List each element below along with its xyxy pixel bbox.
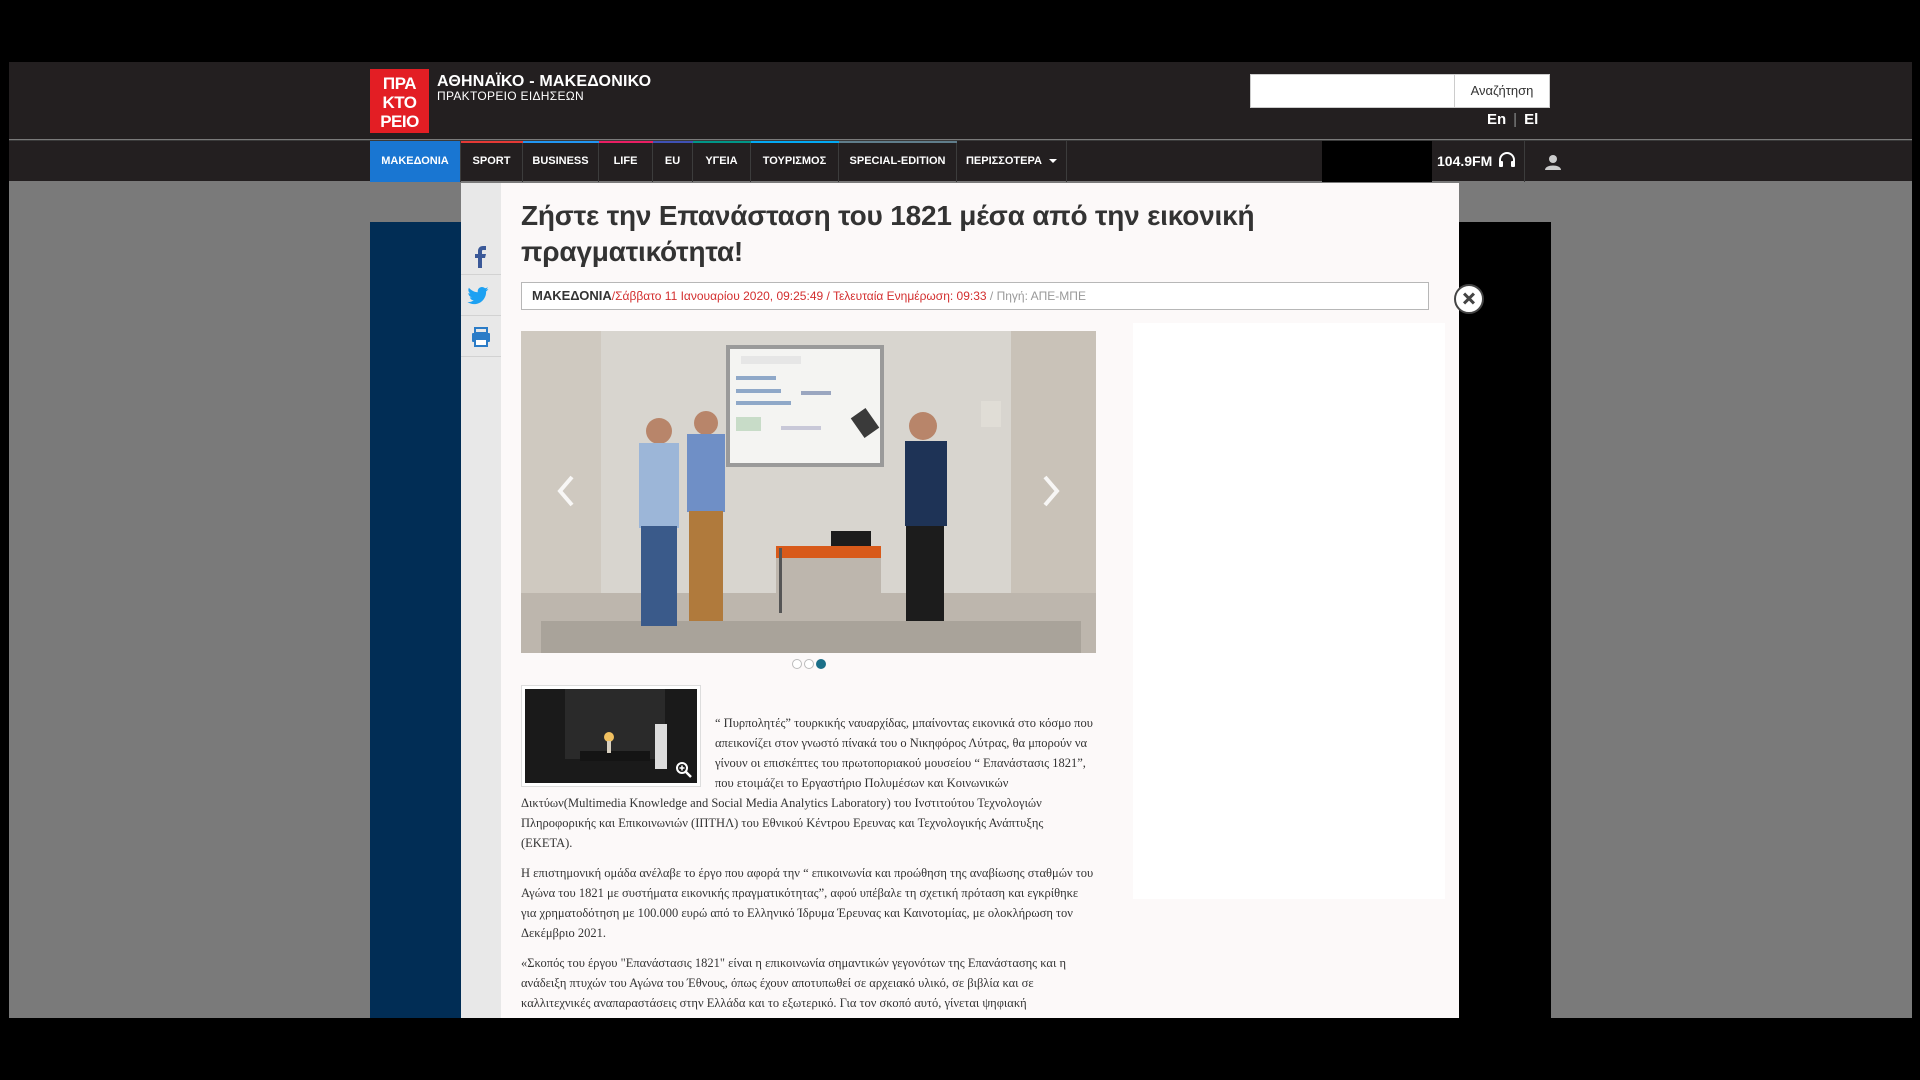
- main-nav: ΜΑΚΕΔΟΝΙΑ SPORT BUSINESS LIFE EU ΥΓΕΙΑ Τ…: [9, 140, 1912, 182]
- share-facebook-button[interactable]: [461, 234, 501, 275]
- nav-item-special-edition[interactable]: SPECIAL-EDITION: [839, 141, 957, 182]
- site-logo[interactable]: ΠΡΑ ΚΤΟ ΡΕΙΟ: [370, 69, 429, 133]
- nav-ad-slot: [1322, 141, 1432, 182]
- float-spacer: [521, 713, 715, 777]
- lang-el-link[interactable]: El: [1524, 111, 1538, 128]
- headphones-icon: [1499, 152, 1516, 167]
- share-sidebar: [461, 183, 501, 1018]
- slider-dot-active[interactable]: [815, 659, 826, 669]
- search-button[interactable]: Αναζήτηση: [1454, 74, 1550, 108]
- twitter-icon: [467, 286, 489, 305]
- nav-item-ygeia[interactable]: ΥΓΕΙΑ: [693, 141, 751, 182]
- slider-dots: [521, 659, 1096, 669]
- radio-label: 104.9FM: [1437, 153, 1493, 169]
- nav-item-business[interactable]: BUSINESS: [523, 141, 599, 182]
- print-button[interactable]: [461, 316, 501, 357]
- nav-item-perissotera[interactable]: ΠΕΡΙΣΣΟΤΕΡΑ: [957, 141, 1067, 182]
- article-date: /Σάββατο 11 Ιανουαρίου 2020, 09:25:49 / …: [611, 289, 987, 303]
- nav-color-bar: [693, 141, 751, 143]
- site-header: ΠΡΑ ΚΤΟ ΡΕΙΟ ΑΘΗΝΑΪΚΟ - ΜΑΚΕΔΟΝΙΚΟ ΠΡΑΚΤ…: [9, 62, 1912, 139]
- nav-item-label: ΥΓΕΙΑ: [705, 155, 738, 167]
- nav-item-label: SPORT: [472, 155, 511, 167]
- article-body: “ Πυρπολητές” τουρκικής ναυαρχίδας, μπαί…: [521, 713, 1095, 1018]
- article-meta: ΜΑΚΕΔΟΝΙΑ/Σάββατο 11 Ιανουαρίου 2020, 09…: [521, 282, 1429, 310]
- user-account-button[interactable]: [1524, 141, 1579, 182]
- nav-item-label: ΤΟΥΡΙΣΜΟΣ: [762, 155, 827, 167]
- caret-down-icon: [1049, 159, 1057, 164]
- nav-item-label: ΠΕΡΙΣΣΟΤΕΡΑ: [965, 155, 1042, 167]
- logo-line-1: ΠΡΑ: [382, 74, 417, 93]
- share-twitter-button[interactable]: [461, 275, 501, 316]
- language-switcher: En | El: [1487, 111, 1538, 128]
- nav-item-makedonia[interactable]: ΜΑΚΕΔΟΝΙΑ: [370, 141, 461, 182]
- lang-separator: |: [1513, 111, 1518, 128]
- nav-item-label: SPECIAL-EDITION: [849, 155, 946, 167]
- slider-prev-arrow-icon[interactable]: [556, 471, 576, 511]
- logo-line-2: ΚΤΟ: [382, 93, 417, 112]
- close-modal-icon[interactable]: [1454, 284, 1484, 314]
- nav-color-bar: [653, 141, 693, 143]
- nav-item-sport[interactable]: SPORT: [461, 141, 523, 182]
- radio-link[interactable]: 104.9FM: [1437, 141, 1516, 182]
- brand-subtitle: ΠΡΑΚΤΟΡΕΙΟ ΕΙΔΗΣΕΩΝ: [437, 89, 585, 103]
- nav-color-bar: [751, 141, 839, 143]
- browser-viewport: ΠΡΑ ΚΤΟ ΡΕΙΟ ΑΘΗΝΑΪΚΟ - ΜΑΚΕΔΟΝΙΚΟ ΠΡΑΚΤ…: [9, 62, 1912, 1018]
- sidebar-ad-placeholder: [1133, 323, 1445, 899]
- article-paragraph: Η επιστημονική ομάδα ανέλαβε το έργο που…: [521, 866, 1094, 940]
- nav-item-tourismos[interactable]: ΤΟΥΡΙΣΜΟΣ: [751, 141, 839, 182]
- slider-photo: [521, 331, 1096, 653]
- nav-color-bar: [599, 141, 653, 143]
- nav-color-bar: [839, 141, 957, 143]
- article-paragraph: «Σκοπός του έργου "Επανάστασις 1821" είν…: [521, 956, 1066, 1018]
- article-modal: Ζήστε την Επανάσταση του 1821 μέσα από τ…: [461, 183, 1459, 1018]
- article-category[interactable]: ΜΑΚΕΔΟΝΙΑ: [532, 288, 612, 303]
- nav-item-label: LIFE: [613, 155, 638, 167]
- slider-next-arrow-icon[interactable]: [1041, 471, 1061, 511]
- lang-en-link[interactable]: En: [1487, 111, 1506, 128]
- logo-line-3: ΡΕΙΟ: [380, 112, 419, 131]
- nav-item-life[interactable]: LIFE: [599, 141, 653, 182]
- nav-color-bar: [523, 141, 599, 143]
- nav-item-label: EU: [664, 155, 681, 167]
- user-icon: [1545, 155, 1561, 170]
- search-input[interactable]: [1250, 74, 1455, 108]
- slider-dot[interactable]: [791, 659, 802, 669]
- nav-item-label: ΜΑΚΕΔΟΝΙΑ: [381, 155, 449, 167]
- facebook-icon: [475, 246, 486, 268]
- article-source: / Πηγή: ΑΠΕ-ΜΠΕ: [986, 289, 1086, 303]
- nav-item-label: BUSINESS: [532, 155, 589, 167]
- article-title: Ζήστε την Επανάσταση του 1821 μέσα από τ…: [521, 200, 1255, 267]
- background-left-panel: [370, 222, 470, 1018]
- printer-icon: [472, 327, 490, 347]
- nav-color-bar: [461, 141, 523, 143]
- nav-item-eu[interactable]: EU: [653, 141, 693, 182]
- background-right-panel: [1459, 222, 1551, 1018]
- slider-dot[interactable]: [803, 659, 814, 669]
- photo-slider[interactable]: [521, 331, 1096, 653]
